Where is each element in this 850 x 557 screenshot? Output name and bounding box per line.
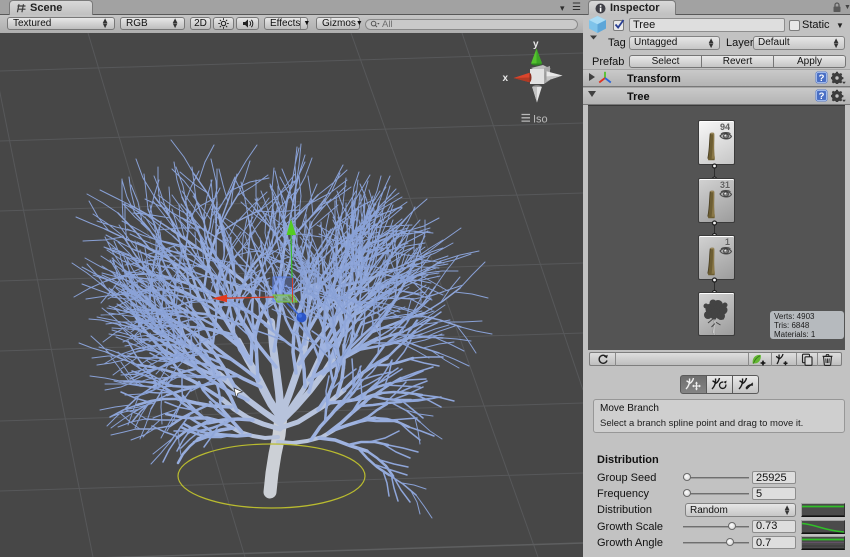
svg-text:y: y: [533, 39, 539, 50]
svg-text:x: x: [503, 73, 509, 84]
svg-text:Iso: Iso: [533, 114, 548, 126]
svg-text:?: ?: [819, 73, 825, 84]
svg-text:?: ?: [819, 90, 825, 101]
